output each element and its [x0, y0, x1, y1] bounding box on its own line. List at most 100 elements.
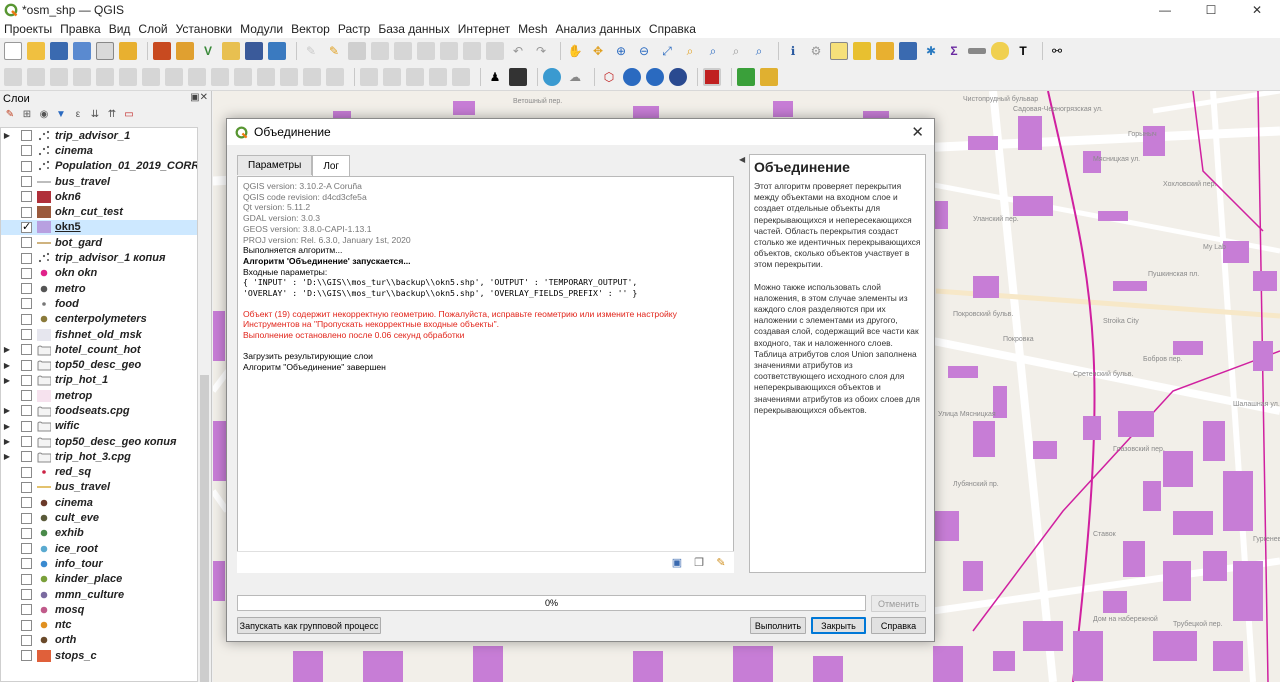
layer-visibility-checkbox[interactable]	[21, 267, 32, 279]
measure-line-icon[interactable]	[968, 48, 986, 54]
layer-visibility-checkbox[interactable]	[21, 374, 32, 386]
geometry-checker-icon[interactable]	[737, 68, 755, 86]
layer-item[interactable]: ▶ trip_hot_1	[1, 373, 197, 388]
menu-item[interactable]: Установки	[176, 22, 232, 36]
layer-item[interactable]: okn_cut_test	[1, 204, 197, 219]
menu-item[interactable]: Интернет	[458, 22, 510, 36]
layer-item[interactable]: stops_c	[1, 648, 197, 663]
globe-icon[interactable]	[543, 68, 561, 86]
layer-visibility-checkbox[interactable]	[21, 145, 32, 157]
layer-visibility-checkbox[interactable]	[21, 451, 32, 463]
clear-log-icon[interactable]: ✎	[714, 556, 728, 570]
layout-manager-icon[interactable]	[119, 42, 137, 60]
layer-item[interactable]: cinema	[1, 495, 197, 510]
simplify-feature-icon[interactable]	[73, 68, 91, 86]
close-button[interactable]: Закрыть	[811, 617, 866, 634]
filter-legend-icon[interactable]: ▼	[55, 109, 67, 121]
menu-item[interactable]: Проекты	[4, 22, 52, 36]
scrollbar-thumb[interactable]	[200, 375, 209, 682]
layer-item[interactable]: orth	[1, 633, 197, 648]
toggle-editing-icon[interactable]: ✎	[325, 42, 343, 60]
layer-item[interactable]: fishnet_old_msk	[1, 327, 197, 342]
expand-all-icon[interactable]: ⇊	[89, 109, 101, 121]
layer-item[interactable]: info_tour	[1, 556, 197, 571]
layer-item[interactable]: centerpolymeters	[1, 312, 197, 327]
filter-expression-icon[interactable]: ε	[72, 109, 84, 121]
tab-parameters[interactable]: Параметры	[237, 155, 313, 175]
cut-features-icon[interactable]	[440, 42, 458, 60]
layer-visibility-checkbox[interactable]	[21, 436, 32, 448]
layer-visibility-checkbox[interactable]	[21, 176, 32, 188]
layer-visibility-checkbox[interactable]	[21, 344, 32, 356]
layer-item[interactable]: ▶ foodseats.cpg	[1, 403, 197, 418]
layer-visibility-checkbox[interactable]	[21, 619, 32, 631]
layer-visibility-checkbox[interactable]	[21, 283, 32, 295]
layer-item[interactable]: ▶ trip_advisor_1	[1, 128, 197, 143]
layer-item[interactable]: bus_travel	[1, 480, 197, 495]
layer-visibility-checkbox[interactable]	[21, 512, 32, 524]
expand-arrow-icon[interactable]: ▶	[1, 361, 13, 370]
data-source-manager-icon[interactable]	[153, 42, 171, 60]
style-manager-icon[interactable]: ✎	[4, 109, 16, 121]
menu-item[interactable]: Правка	[60, 22, 101, 36]
layer-item[interactable]: bot_gard	[1, 235, 197, 250]
window-close-button[interactable]: ✕	[1234, 0, 1280, 20]
pan-to-selection-icon[interactable]: ✥	[589, 42, 607, 60]
add-group-icon[interactable]: ⊞	[21, 109, 33, 121]
layer-item[interactable]: mosq	[1, 602, 197, 617]
label-move-icon[interactable]	[406, 68, 424, 86]
menu-item[interactable]: Справка	[649, 22, 696, 36]
layer-visibility-checkbox[interactable]	[21, 191, 32, 203]
topology-checker-icon[interactable]	[760, 68, 778, 86]
batch-process-button[interactable]: Запускать как групповой процесс	[237, 617, 381, 634]
expand-arrow-icon[interactable]: ▶	[1, 406, 13, 415]
identify-icon[interactable]: ℹ	[784, 42, 802, 60]
zoom-layer-icon[interactable]: ⌕	[704, 42, 722, 60]
layer-item[interactable]: ▶ top50_desc_geo копия	[1, 434, 197, 449]
delete-part-icon[interactable]	[188, 68, 206, 86]
cancel-button[interactable]: Отменить	[871, 595, 926, 612]
layer-visibility-checkbox[interactable]	[21, 634, 32, 646]
layer-visibility-checkbox[interactable]	[21, 160, 32, 172]
expand-arrow-icon[interactable]: ▶	[1, 422, 13, 431]
add-ring-icon[interactable]	[96, 68, 114, 86]
menu-item[interactable]: База данных	[378, 22, 449, 36]
layer-item[interactable]: okn6	[1, 189, 197, 204]
move-feature-icon[interactable]	[27, 68, 45, 86]
layer-item[interactable]: ice_root	[1, 541, 197, 556]
layer-visibility-checkbox[interactable]	[21, 329, 32, 340]
menu-item[interactable]: Растр	[338, 22, 370, 36]
layer-visibility-checkbox[interactable]	[21, 237, 32, 249]
manage-visibility-icon[interactable]: ◉	[38, 109, 50, 121]
layer-visibility-checkbox[interactable]	[21, 405, 32, 417]
zoom-native-icon[interactable]: ⌕	[727, 42, 745, 60]
split-features-icon[interactable]	[257, 68, 275, 86]
save-edits-icon[interactable]	[348, 42, 366, 60]
copy-log-icon[interactable]: ❐	[692, 556, 706, 570]
layer-item[interactable]: metrop	[1, 388, 197, 403]
minimize-button[interactable]: —	[1142, 0, 1188, 20]
layer-item[interactable]: ▶ hotel_count_hot	[1, 342, 197, 357]
pan-hand-icon[interactable]: ✋	[566, 42, 584, 60]
delete-selected-icon[interactable]	[417, 42, 435, 60]
zoom-in-icon[interactable]: ⊕	[612, 42, 630, 60]
panel-float-close-icon[interactable]: ▣✕	[190, 92, 208, 103]
save-log-icon[interactable]: ▣	[670, 556, 684, 570]
layer-item[interactable]: red_sq	[1, 465, 197, 480]
delete-ring-icon[interactable]	[165, 68, 183, 86]
maximize-button[interactable]: ☐	[1188, 0, 1234, 20]
layer-visibility-checkbox[interactable]	[21, 527, 32, 539]
layer-item[interactable]: Population_01_2019_CORRE	[1, 159, 197, 174]
layer-visibility-checkbox[interactable]	[21, 543, 32, 555]
help-button[interactable]: Справка	[871, 617, 926, 634]
fill-ring-icon[interactable]	[142, 68, 160, 86]
layer-item[interactable]: ▶ trip_hot_3.cpg	[1, 449, 197, 464]
edit-pencil-icon[interactable]: ✎	[302, 42, 320, 60]
label-pin-icon[interactable]	[360, 68, 378, 86]
expand-arrow-icon[interactable]: ▶	[1, 345, 13, 354]
deselect-icon[interactable]	[853, 42, 871, 60]
zoom-out-icon[interactable]: ⊖	[635, 42, 653, 60]
network-analysis-icon[interactable]	[623, 68, 641, 86]
digitize-icon[interactable]	[4, 68, 22, 86]
collapse-help-icon[interactable]: ◀	[739, 155, 745, 164]
